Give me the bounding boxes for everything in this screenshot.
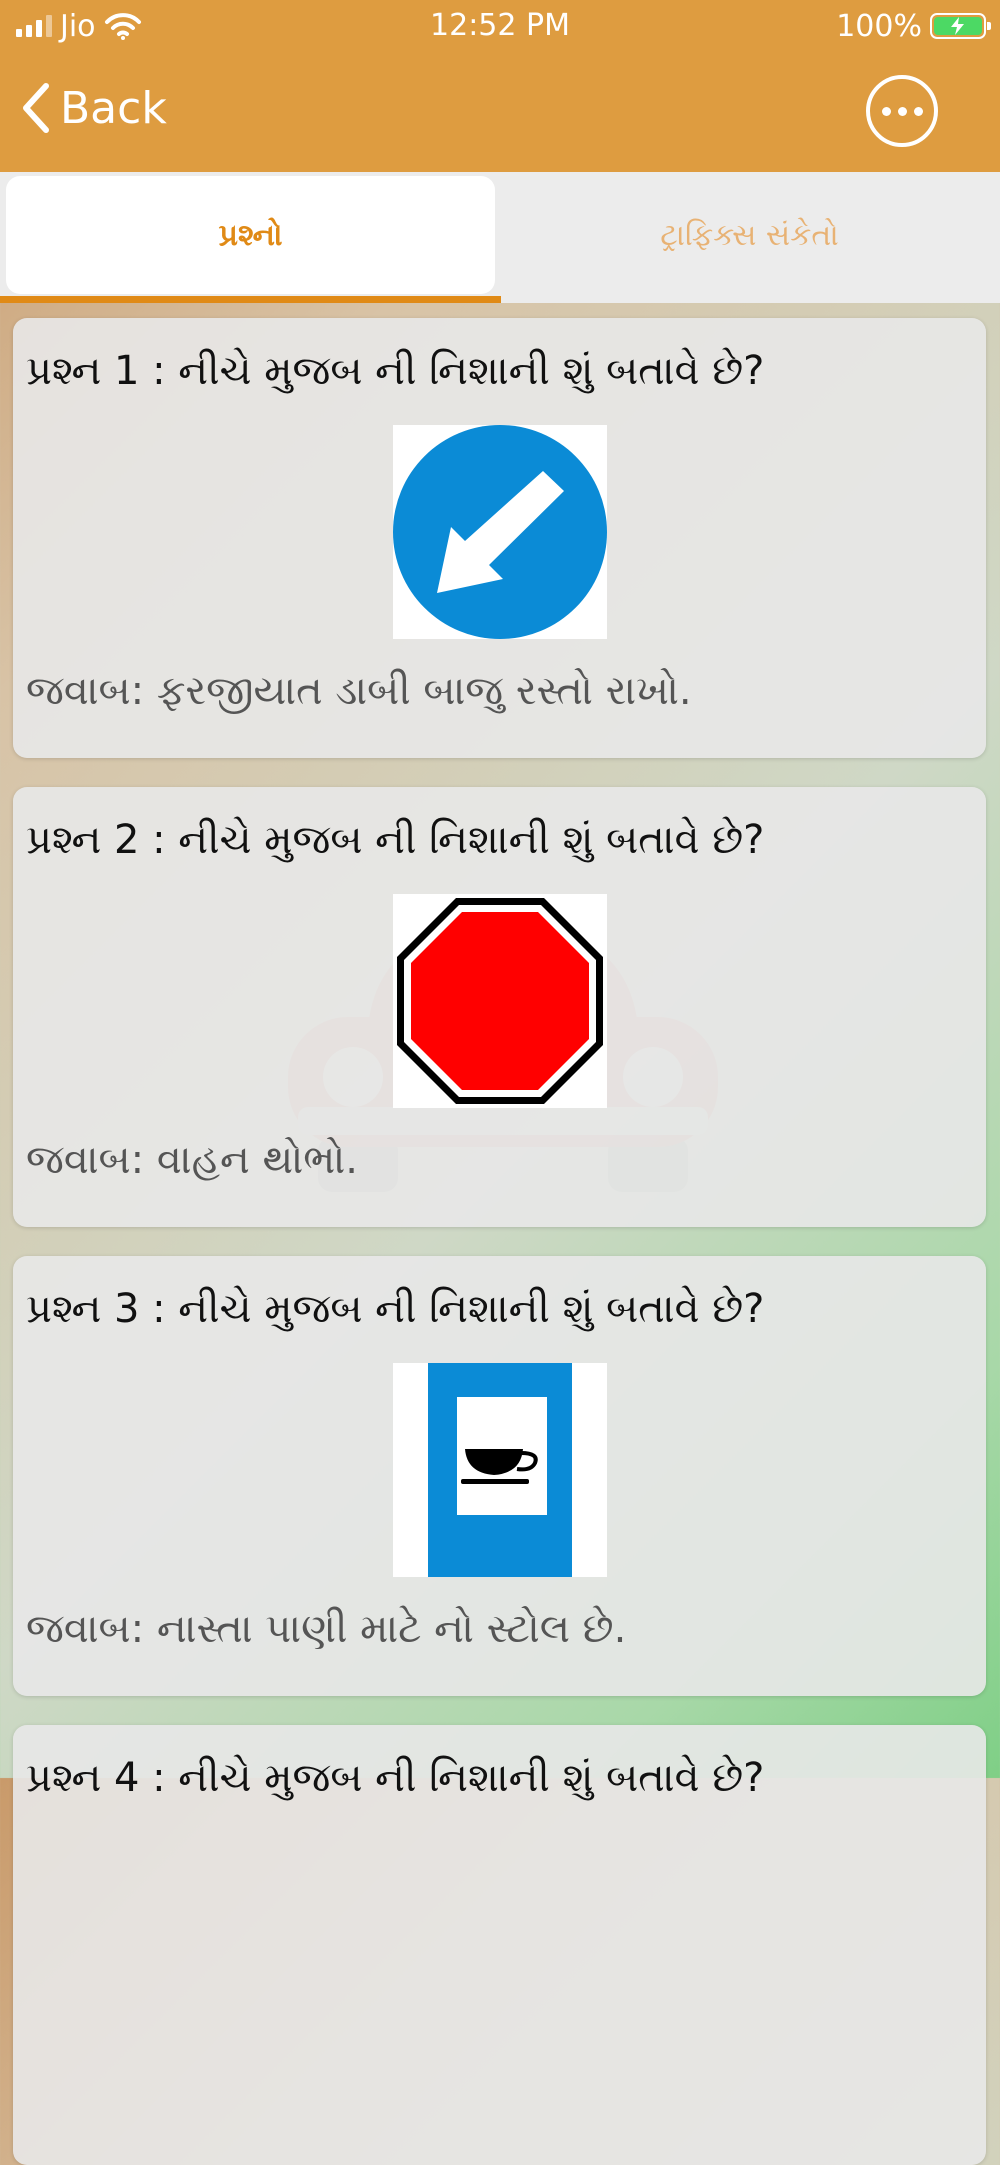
stop-sign-icon <box>393 894 607 1108</box>
back-label: Back <box>60 82 167 134</box>
segmented-tab-bar: પ્રશ્નો ટ્રાફિક્સ સંકેતો <box>0 172 1000 303</box>
answer-text: જવાબ: વાહન થોભો. <box>26 1137 358 1183</box>
question-text: પ્રશ્ન 4 : નીચે મુજબ ની નિશાની શું બતાવે… <box>26 1755 765 1801</box>
refreshment-stall-sign-icon <box>393 1363 607 1577</box>
status-right: 100% <box>836 6 991 46</box>
keep-left-sign-icon <box>393 425 607 639</box>
more-dot <box>897 106 907 116</box>
active-tab-indicator <box>0 296 501 303</box>
status-bar: Jio 12:52 PM 100% <box>0 0 1000 52</box>
answer-text: જવાબ: નાસ્તા પાણી માટે નો સ્ટોલ છે. <box>26 1606 627 1652</box>
question-card[interactable]: પ્રશ્ન 1 : નીચે મુજબ ની નિશાની શું બતાવે… <box>13 318 986 758</box>
question-card[interactable]: પ્રશ્ન 2 : નીચે મુજબ ની નિશાની શું બતાવે… <box>13 787 986 1227</box>
question-card[interactable]: પ્રશ્ન 4 : નીચે મુજબ ની નિશાની શું બતાવે… <box>13 1725 986 2165</box>
question-text: પ્રશ્ન 2 : નીચે મુજબ ની નિશાની શું બતાવે… <box>26 817 765 863</box>
battery-charging-icon <box>930 13 991 39</box>
question-text: પ્રશ્ન 1 : નીચે મુજબ ની નિશાની શું બતાવે… <box>26 348 765 394</box>
battery-percent: 100% <box>836 8 922 44</box>
tab-questions[interactable]: પ્રશ્નો <box>6 176 495 294</box>
back-button[interactable]: Back <box>20 82 167 134</box>
chevron-left-icon <box>23 83 49 133</box>
answer-text: જવાબ: ફરજીયાત ડાબી બાજુ રસ્તો રાખો. <box>26 668 692 714</box>
question-card[interactable]: પ્રશ્ન 3 : નીચે મુજબ ની નિશાની શું બતાવે… <box>13 1256 986 1696</box>
question-text: પ્રશ્ન 3 : નીચે મુજબ ની નિશાની શું બતાવે… <box>26 1286 765 1332</box>
navigation-bar: Back <box>0 52 1000 172</box>
tab-traffic-signs[interactable]: ટ્રાફિક્સ સંકેતો <box>505 176 994 294</box>
more-dot <box>881 106 891 116</box>
more-options-button[interactable] <box>866 75 938 147</box>
more-dot <box>913 106 923 116</box>
